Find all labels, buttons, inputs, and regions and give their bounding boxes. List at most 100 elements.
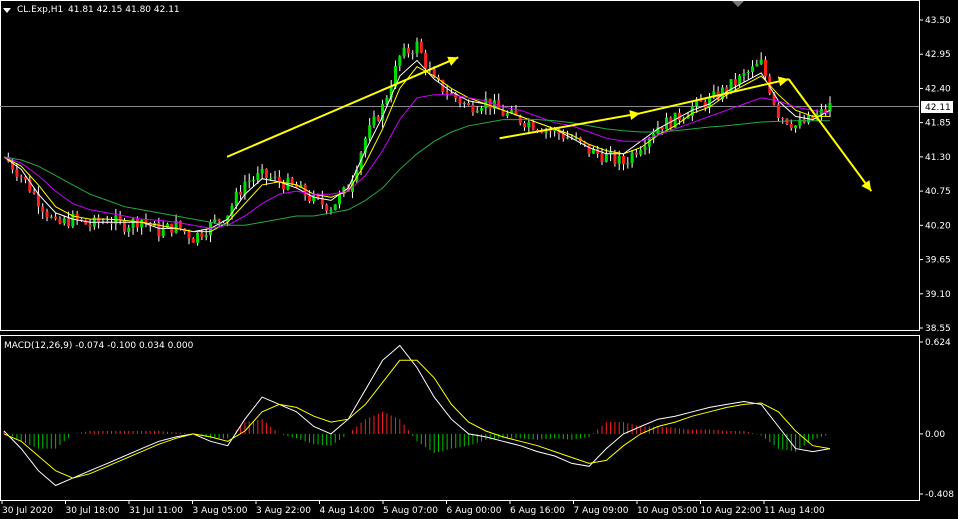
candle-body (415, 41, 419, 54)
candle-body (824, 109, 828, 112)
candle-body (217, 219, 221, 222)
chart-ohlc-label: 41.81 42.15 41.80 42.11 (68, 5, 180, 15)
price-tick-label: 39.10 (925, 290, 951, 300)
time-tick-label: 30 Jul 18:00 (66, 506, 120, 516)
trading-chart[interactable]: CL.Exp,H1 41.81 42.15 41.80 42.11 43.50 4… (0, 0, 958, 519)
chart-symbol-label: CL.Exp,H1 (17, 5, 63, 15)
candle-body (329, 210, 333, 212)
candle-body (617, 155, 621, 164)
candle-body (411, 53, 415, 55)
candle-body (127, 227, 131, 232)
candle-body (794, 125, 798, 129)
candle-body (462, 103, 466, 105)
candle-body (41, 206, 45, 212)
candle-body (62, 218, 66, 224)
candle-body (449, 93, 453, 95)
candle-body (566, 137, 570, 139)
candle-body (600, 153, 604, 162)
candle-body (325, 204, 329, 211)
candle-body (639, 150, 643, 155)
candle-body (402, 47, 406, 57)
candle-body (475, 110, 479, 113)
price-tick-label: 41.30 (925, 153, 951, 163)
candle-body (368, 125, 372, 139)
price-tick-label: 39.65 (925, 256, 951, 266)
candle-body (191, 238, 195, 243)
candle-body (733, 79, 737, 85)
candle-body (746, 72, 750, 74)
candle-body (19, 176, 23, 178)
candle-body (471, 104, 475, 113)
candle-body (531, 122, 535, 130)
candle-body (703, 101, 707, 108)
candle-body (763, 59, 767, 77)
time-tick-label: 5 Aug 07:00 (383, 506, 438, 516)
candle-body (88, 224, 92, 227)
candle-body (260, 168, 264, 174)
price-tick-label: 43.50 (925, 16, 951, 26)
candle-body (234, 191, 238, 206)
candle-body (256, 173, 260, 180)
time-tick-label: 3 Aug 22:00 (256, 506, 311, 516)
current-price-text: 42.11 (925, 103, 951, 113)
candle-body (196, 232, 200, 243)
macd-label: MACD(12,26,9) -0.074 -0.100 0.034 0.000 (4, 341, 194, 351)
candle-body (213, 219, 217, 223)
current-price-marker: 42.11 (921, 101, 953, 113)
candle-body (135, 218, 139, 228)
candle-body (622, 155, 625, 165)
candle-body (131, 218, 135, 228)
candle-body (110, 222, 114, 224)
candle-body (467, 103, 471, 105)
candle-body (67, 218, 71, 227)
price-tick-label: 40.20 (925, 221, 951, 231)
candle-body (561, 134, 565, 139)
candle-body (789, 123, 793, 129)
candle-body (755, 64, 759, 67)
candle-body (523, 123, 527, 128)
candle-body (445, 91, 449, 94)
candle-body (264, 168, 268, 178)
candle-body (759, 59, 763, 65)
candle-body (376, 116, 380, 121)
candle-body (15, 169, 19, 177)
candle-body (626, 162, 630, 165)
candle-body (505, 113, 509, 116)
price-tick-label: 40.75 (925, 187, 951, 197)
time-tick-label: 6 Aug 16:00 (510, 506, 565, 516)
time-tick-label: 3 Aug 05:00 (193, 506, 248, 516)
time-tick-label: 7 Aug 09:00 (574, 506, 629, 516)
time-tick-label: 31 Jul 11:00 (129, 506, 183, 516)
candle-body (97, 217, 101, 223)
candle-body (604, 154, 608, 162)
candle-body (204, 235, 208, 237)
candle-body (45, 211, 49, 218)
candle-body (398, 56, 402, 66)
candle-body (290, 178, 294, 185)
candle-body (527, 122, 531, 128)
candle-body (634, 152, 638, 155)
candle-body (781, 117, 785, 119)
candle-body (406, 47, 410, 54)
candle-body (488, 98, 492, 109)
price-tick-label: 38.55 (925, 324, 951, 334)
macd-tick-label: 0.00 (925, 430, 945, 440)
time-tick-label: 10 Aug 05:00 (637, 506, 698, 516)
candle-body (252, 179, 256, 181)
candle-body (480, 108, 484, 111)
candle-body (776, 104, 780, 118)
candle-body (738, 75, 742, 85)
candle-body (54, 216, 58, 219)
candle-body (587, 144, 591, 154)
price-tick-label: 42.95 (925, 50, 951, 60)
candle-body (643, 146, 647, 151)
candle-body (751, 66, 755, 73)
candle-body (742, 73, 746, 76)
macd-tick-label: -0.408 (925, 490, 954, 500)
candle-body (273, 176, 277, 178)
candle-body (333, 204, 337, 211)
candle-body (424, 52, 428, 69)
time-tick-label: 6 Aug 00:00 (447, 506, 502, 516)
candle-body (239, 191, 243, 195)
time-tick-label: 30 Jul 2020 (2, 506, 53, 516)
